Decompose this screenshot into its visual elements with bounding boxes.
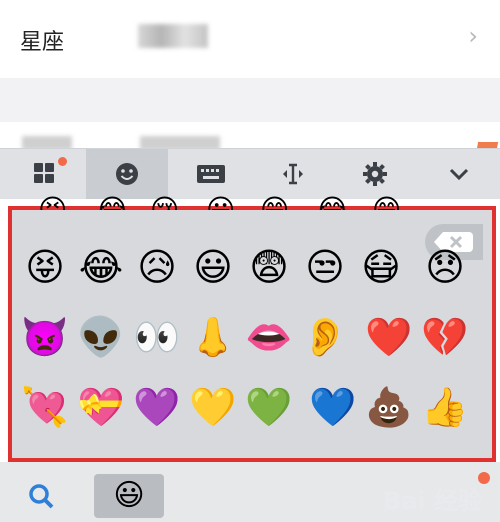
keyboard-icon	[197, 165, 225, 183]
emoji-key[interactable]: 💙	[306, 380, 360, 434]
emoji-key[interactable]: 💜	[130, 380, 184, 434]
emoji-key[interactable]: 👂	[298, 310, 352, 364]
emoji-key[interactable]: 😞	[418, 240, 472, 294]
emoji-key[interactable]: 💝	[74, 380, 128, 434]
emoji-key[interactable]: ❤️	[362, 310, 416, 364]
emoji-key[interactable]: 💔	[418, 310, 472, 364]
emoji-key[interactable]: 👿	[18, 310, 72, 364]
cursor-icon	[283, 163, 303, 185]
keyboard-toolbar	[0, 148, 500, 199]
emoji-key[interactable]: 💩	[362, 380, 416, 434]
emoji-key[interactable]: 😝	[18, 240, 72, 294]
watermark: Bai 经验	[382, 487, 482, 515]
emoji-key[interactable]: 💘	[18, 380, 72, 434]
search-icon	[29, 484, 54, 509]
emoji-key[interactable]: 😒	[298, 240, 352, 294]
collapse-button[interactable]	[418, 149, 500, 199]
emoji-key[interactable]: 😃	[186, 240, 240, 294]
emoji-category-smileys[interactable]: 😃	[94, 474, 164, 518]
peek-emoji: 😢	[150, 196, 190, 210]
emoji-category-bar: 😃 Bai 经验	[0, 462, 500, 522]
emoji-key[interactable]: 👄	[242, 310, 296, 364]
emoji-key[interactable]: 👀	[130, 310, 184, 364]
smiley-category-icon: 😃	[113, 478, 145, 513]
constellation-row[interactable]: 星座 ›	[0, 0, 500, 79]
emoji-key[interactable]: 😨	[242, 240, 296, 294]
apps-button[interactable]	[4, 149, 86, 199]
emoji-key[interactable]: 💛	[186, 380, 240, 434]
peek-emoji: 😃	[206, 196, 246, 210]
emoji-search-button[interactable]	[6, 474, 76, 518]
peek-emoji: 😄	[372, 196, 412, 210]
emoji-tab-button[interactable]	[86, 149, 168, 199]
emoji-key[interactable]: 😥	[130, 240, 184, 294]
keyboard-button[interactable]	[170, 149, 252, 199]
chevron-right-icon: ›	[468, 22, 478, 50]
occupation-row[interactable]	[0, 122, 500, 148]
emoji-key[interactable]: 💚	[242, 380, 296, 434]
constellation-value-blurred	[138, 24, 208, 48]
emoji-key[interactable]: 😷	[354, 240, 408, 294]
settings-button[interactable]	[334, 149, 416, 199]
emoji-icon	[116, 163, 138, 185]
emoji-key[interactable]: 😂	[74, 240, 128, 294]
peek-emoji: 😄	[260, 196, 300, 210]
emoji-key[interactable]: 👽	[74, 310, 128, 364]
emoji-key[interactable]: 👍	[418, 380, 472, 434]
section-gap	[0, 78, 500, 122]
occupation-value-blurred	[140, 136, 220, 148]
chevron-down-icon	[449, 168, 469, 181]
constellation-label: 星座	[20, 30, 65, 55]
emoji-key[interactable]: 👃	[186, 310, 240, 364]
notification-dot	[58, 157, 67, 166]
peek-emoji: 😂	[96, 196, 136, 210]
apps-icon	[34, 163, 54, 183]
occupation-label-blurred	[22, 136, 72, 148]
peek-emoji: 😂	[316, 196, 356, 210]
peek-emoji: 😝	[38, 196, 78, 210]
gear-icon	[363, 162, 387, 186]
cursor-button[interactable]	[252, 149, 334, 199]
